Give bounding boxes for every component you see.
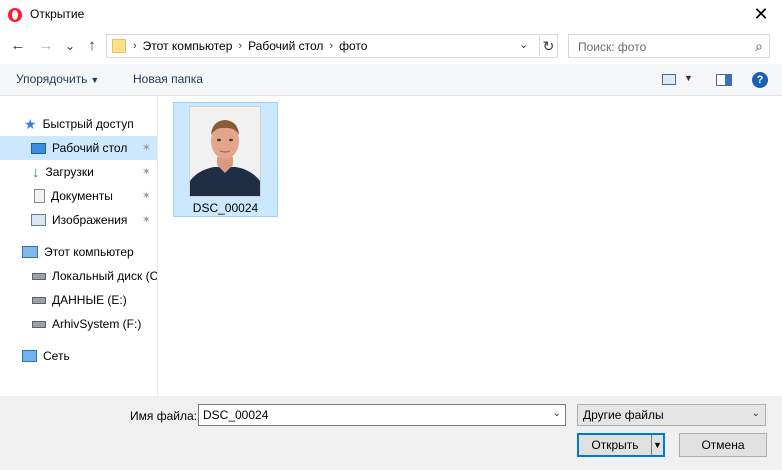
back-arrow-icon[interactable]: ← [8,36,28,56]
file-item[interactable]: DSC_00024 [173,102,278,217]
sidebar-item-network[interactable]: Сеть [0,344,157,368]
filename-input[interactable]: DSC_00024 ⌄ [198,404,566,426]
file-name: DSC_00024 [192,201,259,215]
sidebar-item-label: Локальный диск (C [52,269,158,283]
command-toolbar: Упорядочить ▼ Новая папка ▼ ? [0,64,782,96]
window-title: Открытие [30,7,85,21]
forward-arrow-icon[interactable]: → [36,36,56,56]
new-folder-button[interactable]: Новая папка [133,72,203,86]
download-arrow-icon: ↓ [32,163,40,181]
sidebar-item-drive-c[interactable]: Локальный диск (C [0,264,157,288]
sidebar-item-pictures[interactable]: Изображения ✶ [0,208,157,232]
breadcrumb-desktop[interactable]: Рабочий стол [248,39,323,53]
folder-icon [112,39,126,53]
opera-logo-icon [8,8,22,22]
sidebar-item-label: ArhivSystem (F:) [52,317,142,331]
sidebar-item-drive-e[interactable]: ДАННЫЕ (E:) [0,288,157,312]
pin-icon: ✶ [141,190,151,202]
organize-label: Упорядочить [16,72,88,86]
breadcrumb-separator-icon[interactable]: › [238,40,242,52]
view-mode-chevron-down-icon[interactable]: ▼ [684,73,693,83]
preview-pane-icon[interactable] [716,74,732,86]
file-type-select[interactable]: Другие файлы ⌄ [577,404,766,426]
open-options-chevron-down-icon[interactable]: ▼ [651,435,663,455]
breadcrumb-separator-icon[interactable]: › [329,40,333,52]
sidebar-item-label: ДАННЫЕ (E:) [52,293,127,307]
picture-icon [31,214,46,226]
breadcrumb-separator-icon[interactable]: › [133,40,137,52]
sidebar-item-label: Рабочий стол [52,141,128,155]
sidebar-item-drive-f[interactable]: ArhivSystem (F:) [0,312,157,336]
search-icon: ⌕ [755,38,763,54]
file-list[interactable]: DSC_00024 [158,96,782,396]
sidebar-item-desktop[interactable]: Рабочий стол ✶ [0,136,157,160]
windows-drive-icon [32,272,46,280]
pin-icon: ✶ [141,166,151,178]
file-type-value: Другие файлы [583,408,664,422]
dialog-footer: Имя файла: DSC_00024 ⌄ Другие файлы ⌄ От… [0,396,782,470]
filename-value: DSC_00024 [203,408,269,422]
sidebar-item-label: Сеть [43,349,70,363]
refresh-icon[interactable]: ↻ [539,36,557,56]
network-icon [22,350,37,362]
document-icon [34,189,45,203]
chevron-down-icon: ⌄ [751,408,760,419]
organize-button[interactable]: Упорядочить ▼ [16,72,99,86]
sidebar-item-documents[interactable]: Документы ✶ [0,184,157,208]
up-arrow-icon[interactable]: ↑ [82,36,102,56]
navigation-pane[interactable]: ★ Быстрый доступ Рабочий стол ✶ ↓ Загруз… [0,96,158,396]
close-button[interactable]: ✕ [740,0,782,30]
address-dropdown-chevron-icon[interactable]: ⌄ [519,38,528,51]
cancel-button[interactable]: Отмена [679,433,767,457]
drive-icon [32,320,46,328]
photo-thumbnail [189,106,261,197]
title-bar: Открытие ✕ [0,0,782,30]
navigation-bar: ← → ⌄ ↑ › Этот компьютер › Рабочий стол … [0,30,782,64]
sidebar-item-label: Этот компьютер [44,245,134,259]
breadcrumb-photo[interactable]: фото [339,39,367,53]
open-button-label: Открыть [591,438,639,452]
sidebar-item-quick-access[interactable]: ★ Быстрый доступ [0,112,157,136]
desktop-icon [31,142,46,154]
search-input[interactable]: Поиск: фото ⌕ [568,34,770,58]
chevron-down-icon: ▼ [90,75,100,85]
search-placeholder: Поиск: фото [578,40,647,54]
sidebar-item-label: Загрузки [45,165,94,179]
open-button[interactable]: Открыть ▼ [577,433,665,457]
sidebar-item-label: Быстрый доступ [42,117,134,131]
computer-icon [22,246,38,258]
star-icon: ★ [24,116,37,132]
sidebar-item-label: Изображения [52,213,128,227]
breadcrumb-this-pc[interactable]: Этот компьютер [143,39,233,53]
pin-icon: ✶ [141,214,151,226]
pin-icon: ✶ [141,142,151,154]
drive-icon [32,296,46,304]
sidebar-item-this-pc[interactable]: Этот компьютер [0,240,157,264]
recent-locations-chevron-icon[interactable]: ⌄ [60,36,80,56]
help-icon[interactable]: ? [752,72,768,88]
sidebar-item-downloads[interactable]: ↓ Загрузки ✶ [0,160,157,184]
sidebar-item-label: Документы [51,189,113,203]
view-mode-icon[interactable] [662,74,676,85]
address-bar[interactable]: › Этот компьютер › Рабочий стол › фото ⌄… [106,34,558,58]
breadcrumb: › Этот компьютер › Рабочий стол › фото [133,39,367,53]
chevron-down-icon[interactable]: ⌄ [553,408,561,419]
filename-label: Имя файла: [130,409,197,423]
